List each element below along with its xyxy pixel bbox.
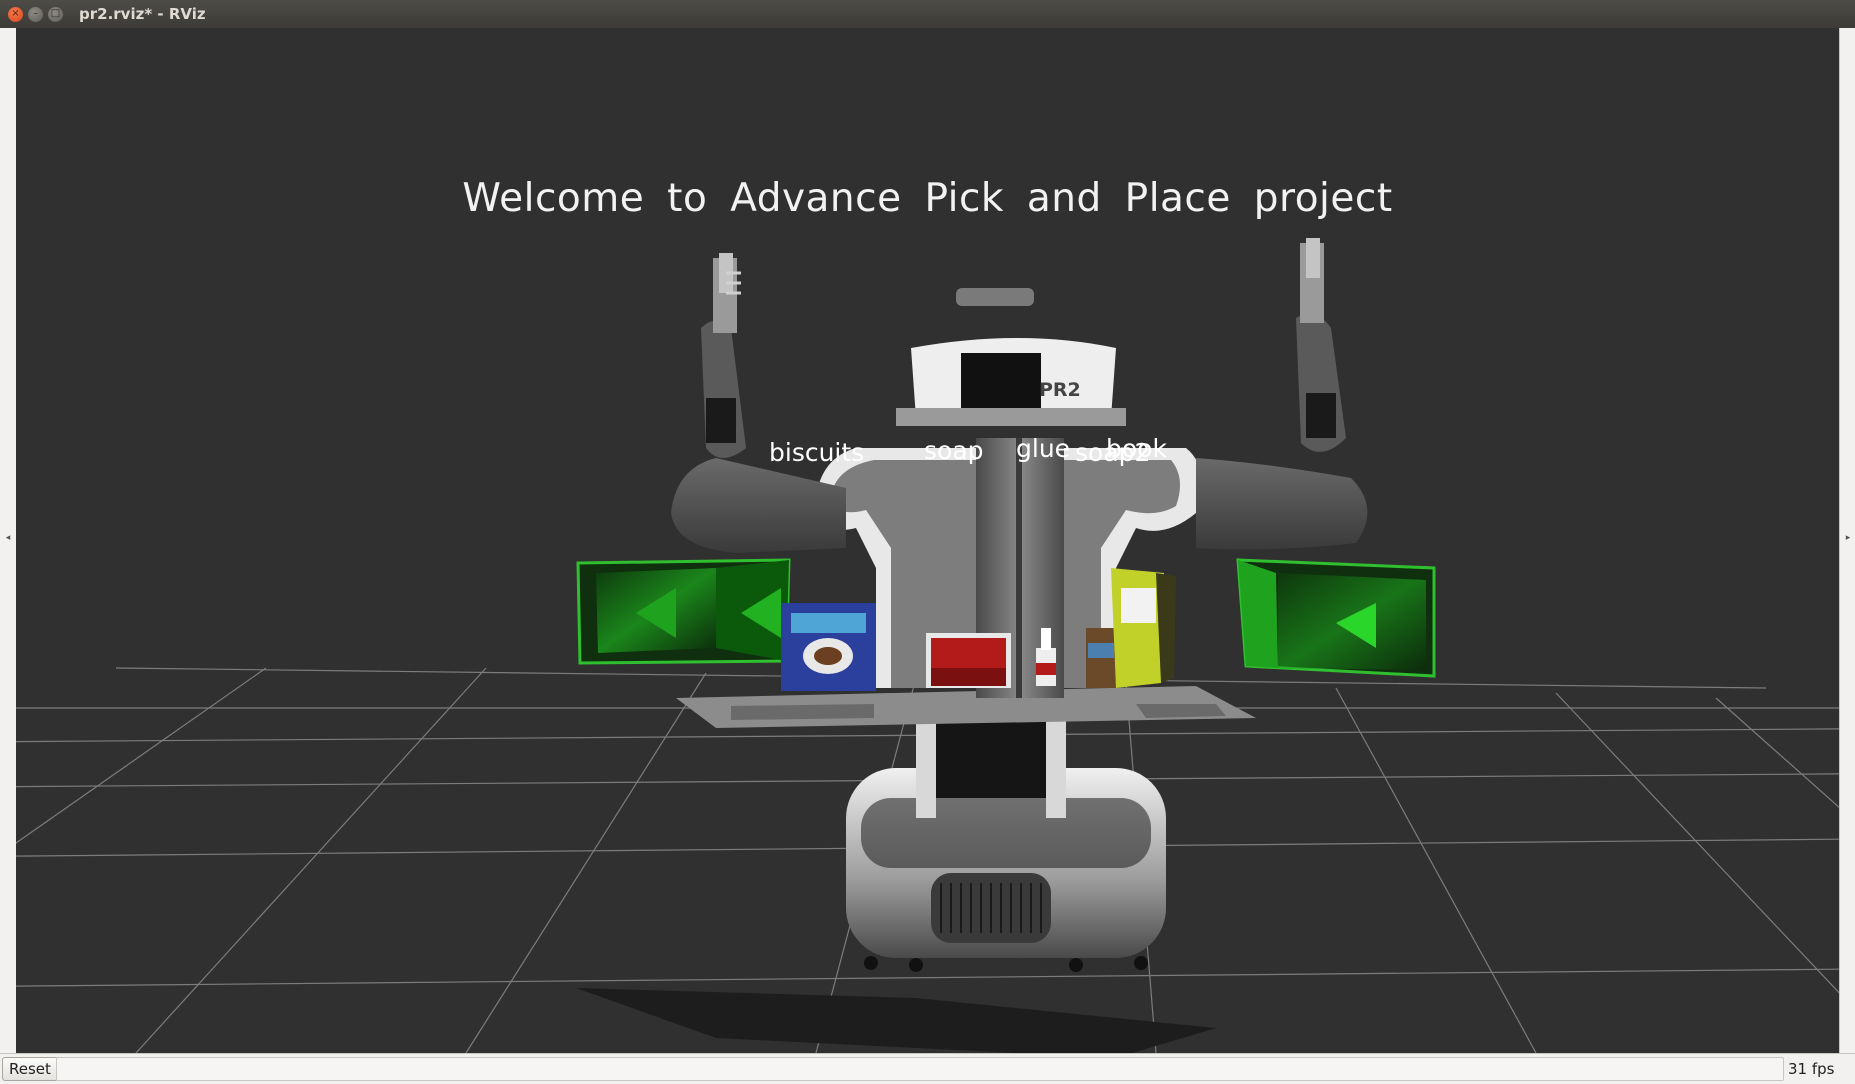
expand-right-icon[interactable]: ▸ bbox=[1840, 533, 1855, 543]
label-biscuits: biscuits bbox=[769, 438, 865, 467]
pr2-badge: PR2 bbox=[1039, 379, 1081, 401]
right-dropbox bbox=[1236, 558, 1436, 678]
expand-left-icon[interactable]: ◂ bbox=[0, 533, 16, 543]
left-panel-collapsed[interactable]: ◂ bbox=[0, 28, 17, 1053]
minimize-icon[interactable]: – bbox=[28, 6, 43, 22]
object-biscuits bbox=[781, 603, 876, 691]
status-message-field bbox=[56, 1057, 1784, 1081]
object-book bbox=[1111, 568, 1176, 688]
rviz-window: × – □ pr2.rviz* - RViz ◂ ▸ PR2 Welcome t… bbox=[0, 0, 1855, 1084]
label-soap2: soap2 bbox=[1075, 438, 1151, 467]
welcome-text: Welcome to Advance Pick and Place projec… bbox=[462, 176, 1393, 221]
label-glue: glue bbox=[1016, 434, 1071, 463]
fps-readout: 31 fps bbox=[1788, 1060, 1835, 1078]
left-arm bbox=[671, 253, 846, 553]
label-soap: soap bbox=[924, 436, 984, 465]
right-panel-collapsed[interactable]: ▸ bbox=[1839, 28, 1855, 1053]
object-soap bbox=[926, 633, 1011, 688]
robot-head: PR2 bbox=[896, 288, 1126, 426]
robot-base bbox=[846, 768, 1166, 972]
maximize-icon[interactable]: □ bbox=[48, 6, 63, 22]
status-bar: Reset 31 fps bbox=[0, 1053, 1855, 1084]
3d-viewport[interactable]: PR2 Welcome to Advance Pick and Place pr… bbox=[16, 28, 1839, 1053]
robot-shadow bbox=[576, 988, 1216, 1053]
left-dropbox bbox=[576, 558, 791, 665]
window-title: pr2.rviz* - RViz bbox=[79, 5, 206, 23]
title-bar[interactable]: × – □ pr2.rviz* - RViz bbox=[0, 0, 1855, 28]
right-arm bbox=[1196, 238, 1368, 550]
reset-button[interactable]: Reset bbox=[2, 1057, 58, 1081]
close-icon[interactable]: × bbox=[8, 6, 23, 22]
object-soap2 bbox=[1086, 628, 1116, 688]
